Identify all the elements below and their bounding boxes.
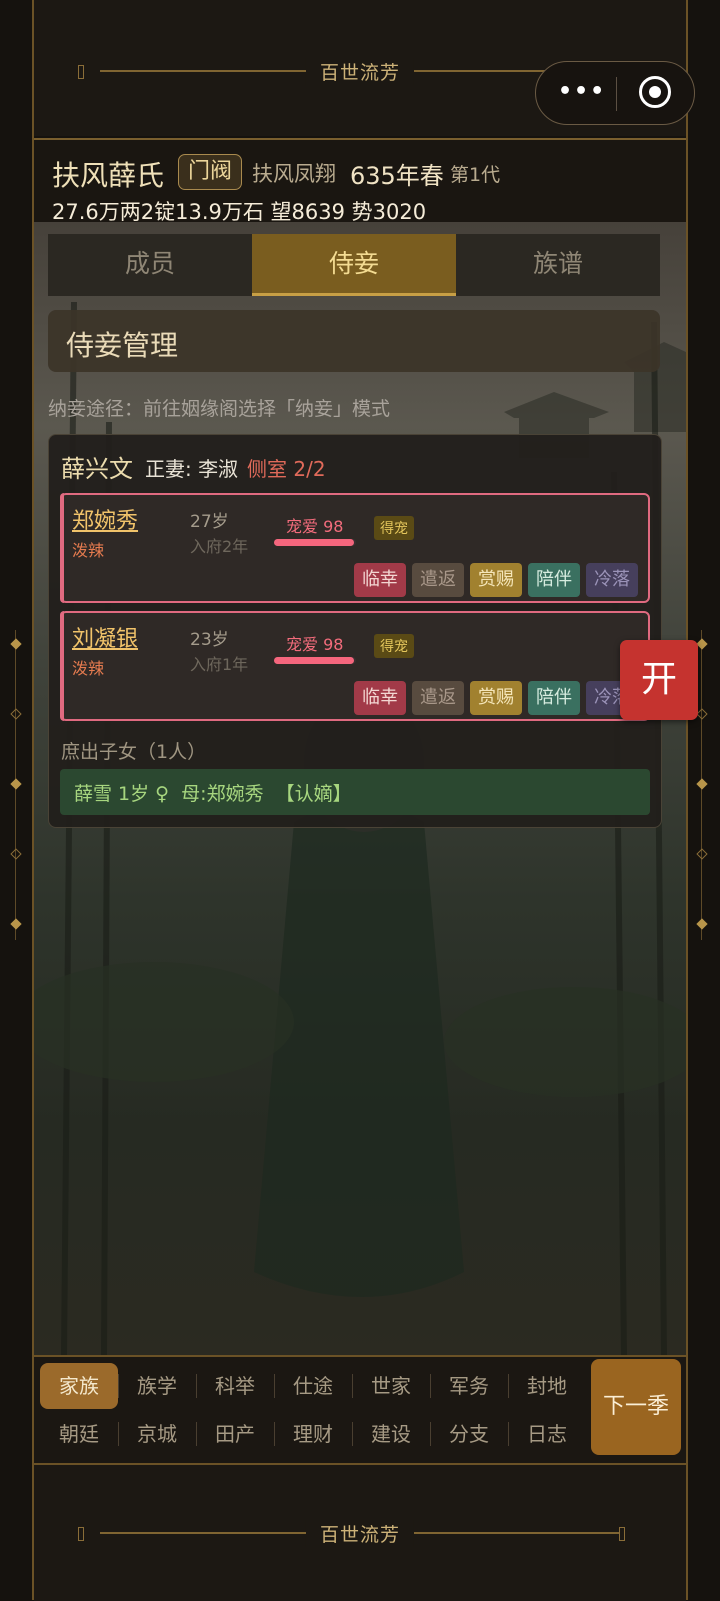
visit-button[interactable]: 临幸 bbox=[354, 563, 406, 597]
nav-divider bbox=[274, 1422, 275, 1446]
bottom-banner-title: 百世流芳 bbox=[305, 1520, 415, 1547]
nav-divider bbox=[196, 1374, 197, 1398]
generation: 第1代 bbox=[450, 164, 501, 186]
side-chamber-count: 侧室 2/2 bbox=[247, 457, 326, 481]
favor-bar bbox=[274, 539, 356, 546]
nav-career[interactable]: 仕途 bbox=[274, 1363, 352, 1409]
favored-tag: 得宠 bbox=[374, 516, 414, 540]
concubine-trait: 泼辣 bbox=[72, 541, 105, 560]
nav-divider bbox=[274, 1374, 275, 1398]
nav-divider bbox=[118, 1422, 119, 1446]
nav-divider bbox=[196, 1422, 197, 1446]
mini-program-capsule: ••• bbox=[535, 61, 695, 125]
nav-divider bbox=[508, 1374, 509, 1398]
nav-divider bbox=[352, 1374, 353, 1398]
favor-bar-fill bbox=[274, 539, 355, 546]
nav-farmland[interactable]: 田产 bbox=[196, 1411, 274, 1457]
rank-badge: 门阀 bbox=[178, 154, 243, 190]
favor-bar-fill bbox=[274, 657, 355, 664]
capsule-divider bbox=[616, 77, 617, 111]
dismiss-button[interactable]: 遣返 bbox=[412, 681, 464, 715]
tab-genealogy[interactable]: 族谱 bbox=[456, 234, 660, 296]
favor-label: 宠爱 98 bbox=[286, 635, 344, 654]
nav-divider bbox=[352, 1422, 353, 1446]
section-header: 侍妾管理 bbox=[48, 310, 660, 372]
left-side-ornament bbox=[10, 630, 22, 940]
favor-label: 宠爱 98 bbox=[286, 517, 344, 536]
frame-right-line bbox=[686, 0, 688, 1600]
nav-clan[interactable]: 家族 bbox=[40, 1363, 118, 1409]
concubine-card: 刘凝银 泼辣 23岁 入府1年 宠爱 98 得宠 临幸 遣返 赏赐 陪伴 冷落 bbox=[60, 611, 650, 721]
nav-military[interactable]: 军务 bbox=[430, 1363, 508, 1409]
tab-concubines[interactable]: 侍妾 bbox=[252, 234, 456, 296]
nav-branches[interactable]: 分支 bbox=[430, 1411, 508, 1457]
tab-bar: 成员 侍妾 族谱 bbox=[48, 234, 660, 296]
clan-header: 扶风薛氏 门阀 扶风凤翔 635年春 第1代 27.6万两2锭13.9万石 望8… bbox=[34, 138, 686, 224]
nav-divider bbox=[430, 1422, 431, 1446]
concubine-actions: 临幸 遣返 赏赐 陪伴 冷落 bbox=[354, 681, 638, 715]
more-menu-icon[interactable]: ••• bbox=[558, 79, 606, 104]
nav-families[interactable]: 世家 bbox=[352, 1363, 430, 1409]
nav-construction[interactable]: 建设 bbox=[352, 1411, 430, 1457]
visit-button[interactable]: 临幸 bbox=[354, 681, 406, 715]
nav-finance[interactable]: 理财 bbox=[274, 1411, 352, 1457]
bottom-nav: 家族 族学 科举 仕途 世家 军务 封地 朝廷 京城 田产 理财 建设 分支 日… bbox=[34, 1355, 686, 1463]
close-target-icon[interactable] bbox=[639, 76, 671, 108]
main-content: 成员 侍妾 族谱 侍妾管理 纳妾途径：前往姻缘阁选择「纳妾」模式 薛兴文 正妻:… bbox=[34, 222, 686, 1355]
concubine-actions: 临幸 遣返 赏赐 陪伴 冷落 bbox=[354, 563, 638, 597]
concubine-age: 23岁 bbox=[190, 630, 229, 650]
nav-court[interactable]: 朝廷 bbox=[40, 1411, 118, 1457]
concubine-years: 入府2年 bbox=[190, 537, 249, 556]
concubine-name[interactable]: 刘凝银 bbox=[72, 621, 138, 653]
concubine-years: 入府1年 bbox=[190, 655, 249, 674]
nav-divider bbox=[508, 1422, 509, 1446]
open-float-button[interactable]: 开 bbox=[620, 640, 698, 720]
favored-tag: 得宠 bbox=[374, 634, 414, 658]
current-year: 635年春 bbox=[350, 162, 444, 190]
neglect-button[interactable]: 冷落 bbox=[586, 563, 638, 597]
clan-name: 扶风薛氏 bbox=[52, 159, 165, 192]
concubine-hint: 纳妾途径：前往姻缘阁选择「纳妾」模式 bbox=[48, 398, 391, 420]
children-title: 庶出子女（1人） bbox=[61, 741, 207, 763]
nav-log[interactable]: 日志 bbox=[508, 1411, 586, 1457]
next-season-button[interactable]: 下一季 bbox=[591, 1359, 681, 1455]
nav-divider bbox=[430, 1374, 431, 1398]
concubine-name[interactable]: 郑婉秀 bbox=[72, 503, 138, 535]
top-banner-title: 百世流芳 bbox=[305, 58, 415, 85]
household-panel: 薛兴文 正妻: 李淑 侧室 2/2 郑婉秀 泼辣 27岁 入府2年 宠爱 98 … bbox=[48, 434, 662, 828]
bottom-banner: 百世流芳 bbox=[34, 1463, 686, 1601]
section-title: 侍妾管理 bbox=[66, 329, 179, 362]
household-owner: 薛兴文 bbox=[61, 455, 133, 483]
nav-capital[interactable]: 京城 bbox=[118, 1411, 196, 1457]
favor-bar bbox=[274, 657, 356, 664]
child-info: 薛雪 1岁 ♀ 母:郑婉秀 【认嫡】 bbox=[74, 783, 352, 805]
reward-button[interactable]: 赏赐 bbox=[470, 563, 522, 597]
principal-wife: 正妻: 李淑 bbox=[145, 457, 239, 481]
dismiss-button[interactable]: 遣返 bbox=[412, 563, 464, 597]
nav-clan-school[interactable]: 族学 bbox=[118, 1363, 196, 1409]
accompany-button[interactable]: 陪伴 bbox=[528, 681, 580, 715]
nav-divider bbox=[118, 1374, 119, 1398]
concubine-card: 郑婉秀 泼辣 27岁 入府2年 宠爱 98 得宠 临幸 遣返 赏赐 陪伴 冷落 bbox=[60, 493, 650, 603]
child-row[interactable]: 薛雪 1岁 ♀ 母:郑婉秀 【认嫡】 bbox=[60, 769, 650, 815]
reward-button[interactable]: 赏赐 bbox=[470, 681, 522, 715]
nav-exam[interactable]: 科举 bbox=[196, 1363, 274, 1409]
concubine-age: 27岁 bbox=[190, 512, 229, 532]
nav-fief[interactable]: 封地 bbox=[508, 1363, 586, 1409]
concubine-trait: 泼辣 bbox=[72, 659, 105, 678]
clan-location: 扶风凤翔 bbox=[252, 162, 336, 186]
tab-members[interactable]: 成员 bbox=[48, 234, 252, 296]
accompany-button[interactable]: 陪伴 bbox=[528, 563, 580, 597]
